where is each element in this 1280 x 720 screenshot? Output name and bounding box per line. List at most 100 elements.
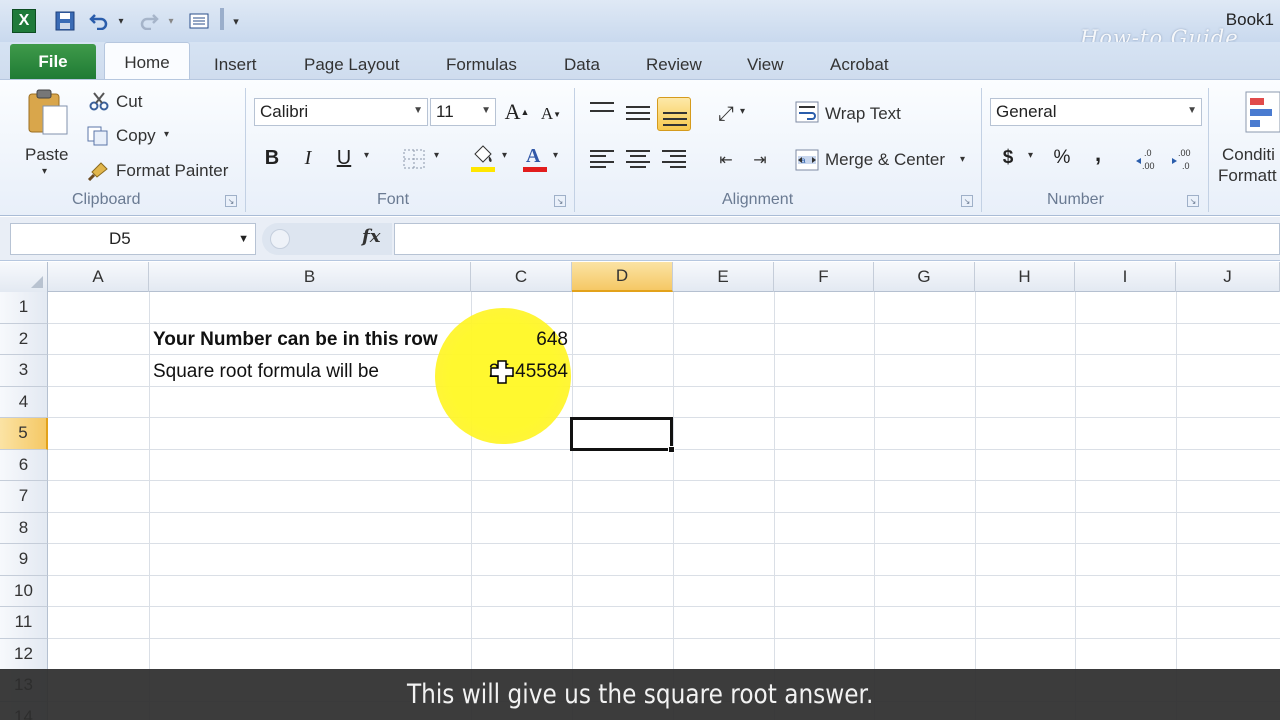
row-header-4[interactable]: 4 (0, 386, 48, 418)
bottom-align-button[interactable] (657, 97, 691, 131)
row-header-10[interactable]: 10 (0, 575, 48, 607)
tab-review[interactable]: Review (646, 50, 702, 80)
format-painter-icon[interactable] (86, 160, 110, 182)
decrease-indent-icon[interactable]: ⇤ (712, 146, 740, 172)
row-header-9[interactable]: 9 (0, 544, 48, 576)
row-header-2[interactable]: 2 (0, 323, 48, 355)
tab-home[interactable]: Home (104, 42, 190, 82)
paste-icon[interactable] (26, 88, 70, 136)
align-left-icon[interactable] (590, 150, 614, 168)
currency-button[interactable]: $ (994, 144, 1022, 172)
orientation-icon[interactable]: ⤢ (712, 100, 740, 126)
tab-page-layout[interactable]: Page Layout (304, 50, 399, 80)
excel-logo-icon[interactable]: X (12, 9, 36, 33)
increase-decimal-icon[interactable]: .0.00 (1134, 144, 1164, 174)
paste-dropdown-icon[interactable]: ▾ (42, 166, 47, 177)
insert-function-icon[interactable]: fx (362, 226, 380, 247)
middle-align-icon[interactable] (626, 106, 650, 120)
select-all-button[interactable] (0, 262, 48, 292)
borders-icon[interactable] (402, 148, 426, 170)
tab-formulas[interactable]: Formulas (446, 50, 517, 80)
font-name-dropdown-icon[interactable]: ▼ (413, 105, 423, 116)
italic-button[interactable]: I (294, 144, 322, 172)
row-header-12[interactable]: 12 (0, 638, 48, 670)
grow-font-icon[interactable]: A ▲ (503, 98, 531, 126)
tab-data[interactable]: Data (564, 50, 600, 80)
paste-button[interactable]: Paste (25, 145, 68, 165)
clipboard-launcher-icon[interactable]: ↘ (225, 195, 237, 207)
row-header-8[interactable]: 8 (0, 512, 48, 544)
column-header-a[interactable]: A (48, 262, 149, 292)
fill-handle[interactable] (668, 446, 675, 453)
number-format-dropdown-icon[interactable]: ▼ (1187, 105, 1197, 116)
row-header-3[interactable]: 3 (0, 355, 48, 387)
copy-icon[interactable] (86, 125, 110, 147)
cell-b3[interactable]: Square root formula will be (153, 356, 379, 387)
column-header-f[interactable]: F (774, 262, 874, 292)
merge-center-icon[interactable]: a (794, 148, 820, 172)
formula-input[interactable] (394, 223, 1280, 255)
font-name-combo[interactable]: Calibri ▼ (254, 98, 428, 126)
column-header-d[interactable]: D (572, 262, 673, 292)
undo-icon[interactable] (86, 8, 112, 34)
tab-file[interactable]: File (10, 44, 96, 80)
column-header-i[interactable]: I (1075, 262, 1176, 292)
font-color-icon[interactable]: A (520, 144, 550, 174)
alignment-launcher-icon[interactable]: ↘ (961, 195, 973, 207)
name-box-dropdown-icon[interactable]: ▼ (238, 233, 249, 245)
top-align-icon[interactable] (590, 102, 614, 120)
align-right-icon[interactable] (662, 150, 686, 168)
shrink-font-icon[interactable]: A ▼ (537, 100, 565, 128)
row-header-6[interactable]: 6 (0, 449, 48, 481)
wrap-text-icon[interactable] (794, 100, 820, 124)
font-size-dropdown-icon[interactable]: ▼ (481, 105, 491, 116)
expand-circle-icon[interactable] (270, 229, 290, 249)
redo-icon[interactable] (136, 8, 162, 34)
cell-c3[interactable]: 25.45584 (474, 356, 568, 387)
name-box[interactable]: D5 ▼ (10, 223, 256, 255)
row-header-11[interactable]: 11 (0, 607, 48, 639)
cell-c2[interactable]: 648 (474, 324, 568, 355)
format-painter-button[interactable]: Format Painter (116, 161, 228, 181)
merge-center-button[interactable]: Merge & Center (825, 150, 945, 170)
wrap-text-button[interactable]: Wrap Text (825, 104, 901, 124)
conditional-formatting-label[interactable]: Conditi (1222, 145, 1275, 165)
tab-view[interactable]: View (747, 50, 784, 80)
column-header-b[interactable]: B (149, 262, 471, 292)
fill-color-dropdown-icon[interactable]: ▾ (502, 150, 507, 161)
redo-dropdown-icon[interactable]: ▾ (164, 8, 178, 34)
row-header-5[interactable]: 5 (0, 418, 48, 450)
column-header-h[interactable]: H (975, 262, 1075, 292)
customize-qat-icon[interactable]: ▾ (228, 8, 244, 34)
bold-button[interactable]: B (258, 144, 286, 172)
currency-dropdown-icon[interactable]: ▾ (1028, 150, 1033, 161)
decrease-decimal-icon[interactable]: .00.0 (1170, 144, 1200, 174)
merge-dropdown-icon[interactable]: ▾ (960, 154, 965, 165)
row-header-1[interactable]: 1 (0, 292, 48, 324)
undo-dropdown-icon[interactable]: ▾ (114, 8, 128, 34)
font-color-dropdown-icon[interactable]: ▾ (553, 150, 558, 161)
cell-b2[interactable]: Your Number can be in this row (153, 324, 438, 355)
spreadsheet-grid[interactable]: A B C D E F G H I J 1 2 3 4 5 6 7 8 9 10… (0, 262, 1280, 720)
fill-color-icon[interactable] (468, 144, 498, 174)
font-launcher-icon[interactable]: ↘ (554, 195, 566, 207)
column-header-e[interactable]: E (673, 262, 774, 292)
number-launcher-icon[interactable]: ↘ (1187, 195, 1199, 207)
active-cell-d5[interactable] (570, 417, 673, 451)
tab-insert[interactable]: Insert (214, 50, 257, 80)
comma-style-button[interactable]: , (1084, 140, 1112, 168)
underline-button[interactable]: U (330, 144, 358, 172)
tab-acrobat[interactable]: Acrobat (830, 50, 889, 80)
copy-button[interactable]: Copy (116, 126, 156, 146)
form-icon[interactable] (186, 8, 212, 34)
column-header-j[interactable]: J (1176, 262, 1280, 292)
underline-dropdown-icon[interactable]: ▾ (364, 150, 369, 161)
save-icon[interactable] (52, 8, 78, 34)
increase-indent-icon[interactable]: ⇥ (746, 146, 774, 172)
font-size-combo[interactable]: 11 ▼ (430, 98, 496, 126)
column-header-c[interactable]: C (471, 262, 572, 292)
number-format-combo[interactable]: General ▼ (990, 98, 1202, 126)
scissors-icon[interactable] (88, 90, 110, 112)
align-center-icon[interactable] (626, 150, 650, 168)
column-header-g[interactable]: G (874, 262, 975, 292)
